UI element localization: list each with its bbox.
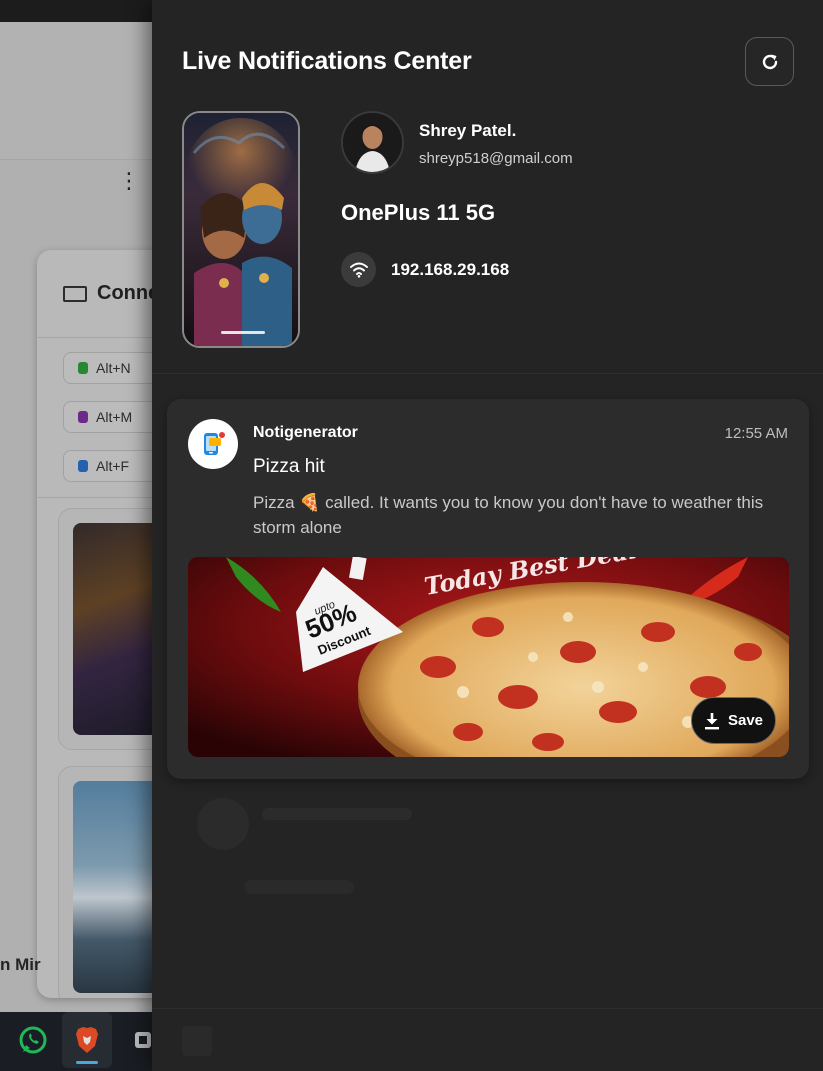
wifi-icon: [341, 252, 376, 287]
faded-notification-list: [152, 780, 823, 1071]
device-name: OnePlus 11 5G: [341, 200, 496, 225]
user-photo: [343, 113, 402, 172]
save-image-button[interactable]: Save: [691, 697, 776, 744]
user-email: shreyp518@gmail.com: [419, 150, 573, 167]
faded-avatar: [197, 798, 249, 850]
device-ip-address: 192.168.29.168: [391, 260, 510, 279]
notification-title: Pizza hit: [253, 456, 325, 477]
notification-app-name: Notigenerator: [253, 424, 358, 441]
notification-card[interactable]: Notigenerator 12:55 AM Pizza hit Pizza 🍕…: [167, 399, 809, 779]
faded-line: [244, 880, 354, 894]
faded-line: [262, 808, 412, 820]
section-divider: [152, 373, 823, 374]
notification-image: upto 50% Discount Today Best Deal Save: [188, 557, 789, 757]
phone-wallpaper: [184, 113, 298, 346]
avatar: [341, 111, 404, 174]
home-indicator: [221, 331, 265, 334]
notification-time: 12:55 AM: [724, 425, 788, 442]
notigenerator-app-icon: [188, 419, 238, 469]
save-button-label: Save: [727, 712, 764, 729]
refresh-icon: [762, 54, 777, 69]
faded-divider: [152, 1008, 823, 1009]
drawer-title: Live Notifications Center: [182, 47, 472, 75]
faded-icon: [182, 1026, 212, 1056]
refresh-button[interactable]: [745, 37, 794, 86]
download-icon: [704, 712, 719, 729]
notification-body: Pizza 🍕 called. It wants you to know you…: [253, 493, 764, 537]
notifications-drawer: Live Notifications Center Shrey Patel. s…: [152, 0, 823, 1071]
phone-preview: [182, 111, 300, 348]
user-name: Shrey Patel.: [419, 121, 517, 140]
